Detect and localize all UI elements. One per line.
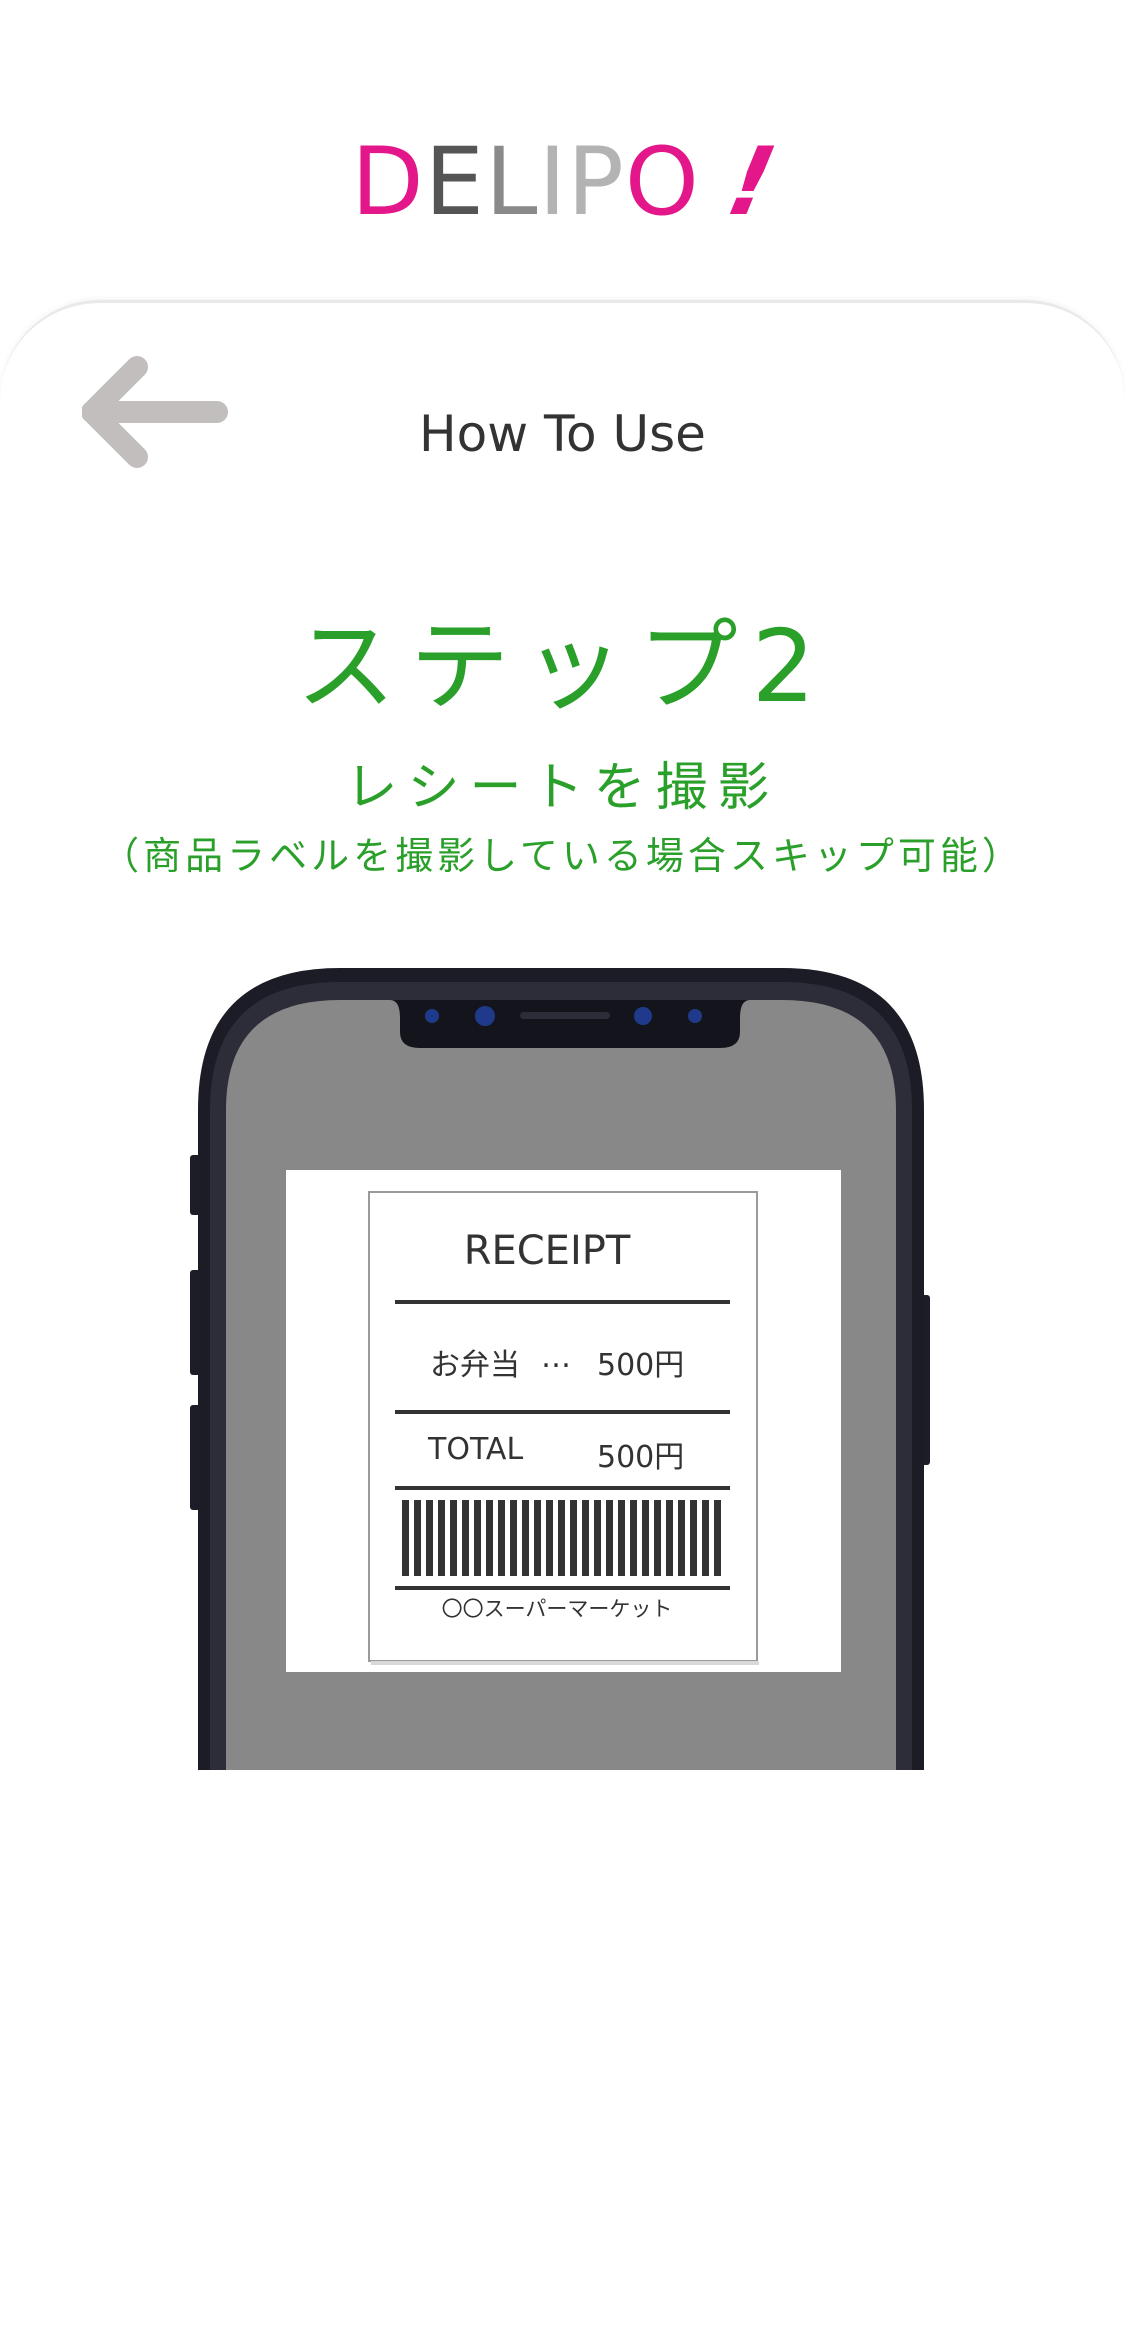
step-note: （商品ラベルを撮影している場合スキップ可能） <box>101 834 1024 878</box>
logo-letter-p: P <box>567 128 625 237</box>
logo-letter-o: O <box>624 128 700 237</box>
page-title: How To Use <box>419 405 706 463</box>
receipt-title: RECEIPT <box>463 1228 631 1274</box>
logo-letter-d: D <box>351 128 425 237</box>
receipt-total-label: TOTAL <box>428 1432 524 1467</box>
logo-letter-l: L <box>485 128 539 237</box>
logo-letter-e: E <box>424 128 486 237</box>
logo-exclamation: ! <box>718 128 786 237</box>
logo-letter-i: I <box>538 128 568 237</box>
app-logo: DELIPO! <box>0 128 1125 238</box>
receipt-store-name: 〇〇スーパーマーケット <box>441 1597 673 1621</box>
receipt-item-name: お弁当 <box>430 1348 520 1383</box>
step-title: ステップ2 <box>295 608 830 725</box>
step-subtitle: レシートを撮影 <box>345 758 780 818</box>
receipt-item-price: 500円 <box>597 1348 685 1383</box>
receipt-item-dots: … <box>541 1340 571 1375</box>
receipt-total-price: 500円 <box>597 1440 685 1475</box>
